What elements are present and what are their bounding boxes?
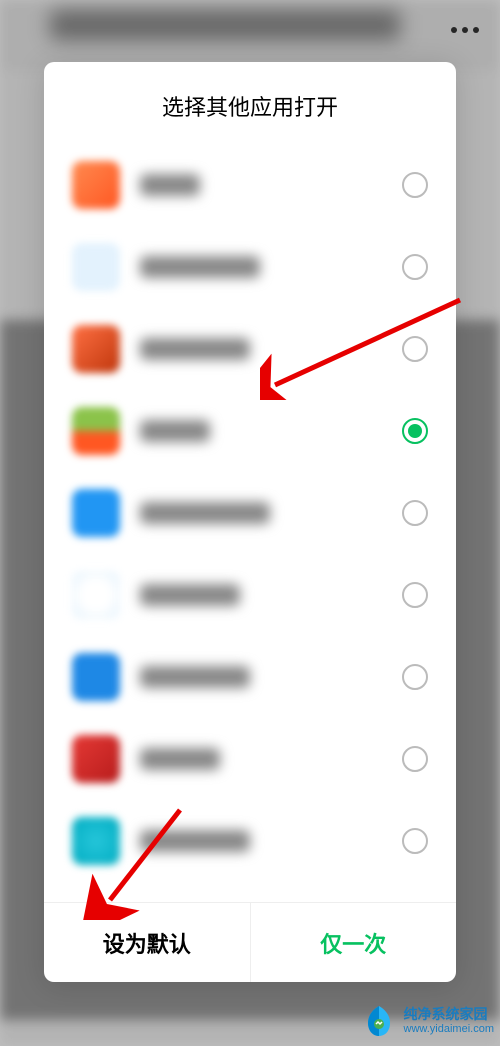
- just-once-button[interactable]: 仅一次: [251, 903, 457, 982]
- app-label: [140, 420, 210, 442]
- modal-title: 选择其他应用打开: [44, 62, 456, 144]
- app-item-2[interactable]: [72, 308, 428, 390]
- app-label: [140, 830, 250, 852]
- watermark-name: 纯净系统家园: [404, 1007, 494, 1022]
- app-label: [140, 338, 250, 360]
- watermark-logo-icon: [360, 1002, 398, 1040]
- app-icon: [72, 489, 120, 537]
- app-label: [140, 584, 240, 606]
- watermark: 纯净系统家园 www.yidaimei.com: [360, 1002, 494, 1040]
- radio-unselected[interactable]: [402, 254, 428, 280]
- app-icon: [72, 653, 120, 701]
- app-icon: [72, 161, 120, 209]
- modal-actions: 设为默认 仅一次: [44, 902, 456, 982]
- radio-unselected[interactable]: [402, 746, 428, 772]
- radio-unselected[interactable]: [402, 582, 428, 608]
- app-label: [140, 256, 260, 278]
- app-icon: [72, 735, 120, 783]
- app-item-5[interactable]: [72, 554, 428, 636]
- app-label: [140, 748, 220, 770]
- app-item-7[interactable]: [72, 718, 428, 800]
- app-label: [140, 666, 250, 688]
- app-icon: [72, 325, 120, 373]
- app-icon: [72, 407, 120, 455]
- open-with-modal: 选择其他应用打开: [44, 62, 456, 982]
- app-label: [140, 502, 270, 524]
- app-list: [44, 144, 456, 902]
- set-default-button[interactable]: 设为默认: [44, 903, 251, 982]
- app-item-4[interactable]: [72, 472, 428, 554]
- app-item-8[interactable]: [72, 800, 428, 882]
- radio-unselected[interactable]: [402, 828, 428, 854]
- app-item-3[interactable]: [72, 390, 428, 472]
- radio-selected[interactable]: [402, 418, 428, 444]
- app-icon: [72, 571, 120, 619]
- app-label: [140, 174, 200, 196]
- radio-unselected[interactable]: [402, 664, 428, 690]
- radio-unselected[interactable]: [402, 336, 428, 362]
- radio-unselected[interactable]: [402, 172, 428, 198]
- radio-unselected[interactable]: [402, 500, 428, 526]
- app-item-0[interactable]: [72, 144, 428, 226]
- app-item-1[interactable]: [72, 226, 428, 308]
- watermark-text: 纯净系统家园 www.yidaimei.com: [404, 1007, 494, 1034]
- watermark-url: www.yidaimei.com: [404, 1023, 494, 1035]
- app-icon: [72, 817, 120, 865]
- app-icon: [72, 243, 120, 291]
- app-item-6[interactable]: [72, 636, 428, 718]
